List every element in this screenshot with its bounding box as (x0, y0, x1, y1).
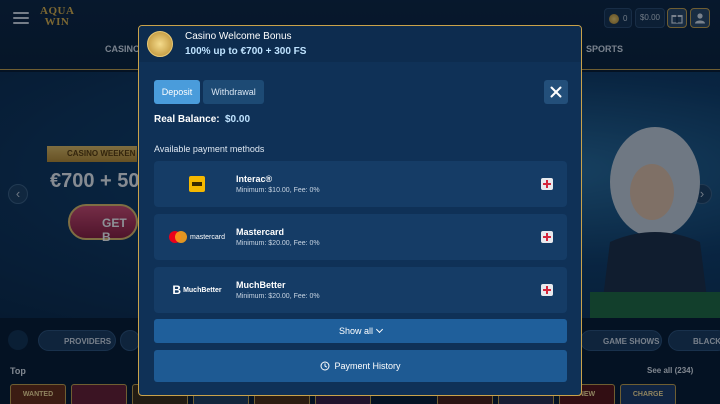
real-balance-value: $0.00 (225, 114, 251, 125)
bonus-title: Casino Welcome Bonus (185, 31, 292, 42)
method-limits: Minimum: $20.00, Fee: 0% (236, 293, 320, 300)
close-button[interactable] (544, 80, 568, 104)
method-limits: Minimum: $20.00, Fee: 0% (236, 240, 320, 247)
muchbetter-logo: B MuchBetter (162, 279, 232, 301)
muchbetter-logo-text: MuchBetter (183, 286, 222, 294)
payment-history-button[interactable]: Payment History (154, 350, 567, 382)
mastercard-logo: mastercard (162, 226, 232, 248)
method-name: Interac® (236, 174, 273, 184)
mastercard-icon (168, 231, 187, 243)
show-all-label: Show all (338, 326, 374, 336)
mastercard-logo-text: mastercard (189, 233, 225, 241)
interac-icon (189, 176, 205, 192)
show-all-button[interactable]: Show all (154, 319, 567, 343)
payment-method-muchbetter[interactable]: B MuchBetter MuchBetter Minimum: $20.00,… (154, 267, 567, 313)
bonus-description: 100% up to €700 + 300 FS (185, 46, 307, 57)
chevron-down-icon (375, 325, 384, 334)
payment-method-interac[interactable]: Interac® Minimum: $10.00, Fee: 0% (154, 161, 567, 207)
tab-withdrawal[interactable]: Withdrawal (203, 80, 264, 104)
tab-deposit[interactable]: Deposit (154, 80, 200, 104)
bonus-coin-icon (147, 31, 173, 57)
history-icon (320, 361, 330, 371)
add-method-icon[interactable] (541, 284, 553, 296)
method-name: Mastercard (236, 227, 285, 237)
payment-history-label: Payment History (334, 361, 401, 371)
bonus-bar[interactable]: Casino Welcome Bonus 100% up to €700 + 3… (139, 26, 581, 62)
payment-methods-heading: Available payment methods (154, 144, 265, 154)
interac-logo (162, 173, 232, 195)
deposit-modal: Casino Welcome Bonus 100% up to €700 + 3… (138, 25, 582, 396)
close-icon (550, 86, 562, 98)
payment-method-mastercard[interactable]: mastercard Mastercard Minimum: $20.00, F… (154, 214, 567, 260)
real-balance-label: Real Balance: (154, 114, 220, 125)
muchbetter-icon: B (172, 283, 182, 297)
add-method-icon[interactable] (541, 231, 553, 243)
add-method-icon[interactable] (541, 178, 553, 190)
method-limits: Minimum: $10.00, Fee: 0% (236, 187, 320, 194)
method-name: MuchBetter (236, 280, 286, 290)
